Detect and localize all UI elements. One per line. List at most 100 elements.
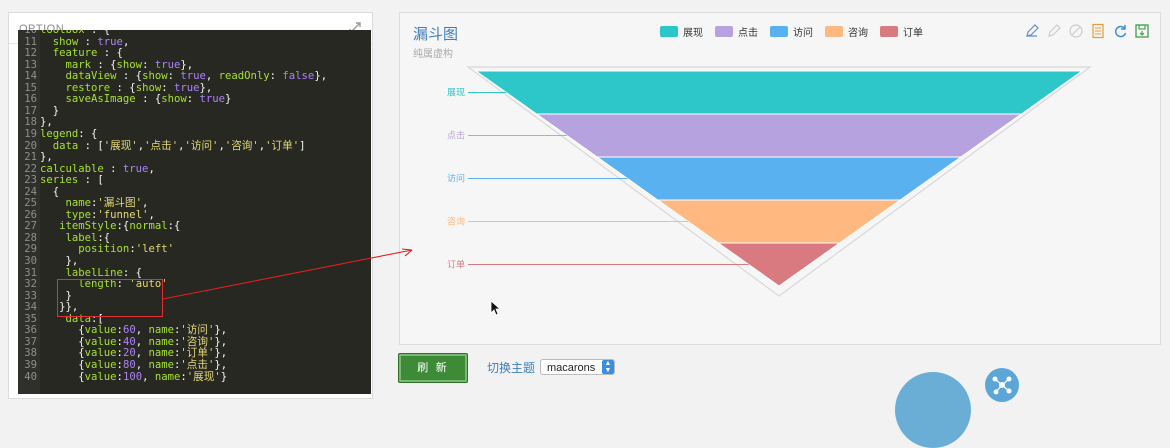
- code-text: data : ['展现','点击','访问','咨询','订单']: [52, 139, 306, 152]
- line-number: 32: [24, 278, 37, 291]
- chart-panel: 漏斗图 纯属虚构 展现 点击 访问 咨询 订单 展现 点击 访问 咨询 订单: [399, 12, 1161, 345]
- theme-select[interactable]: macarons ▲ ▼: [540, 359, 615, 375]
- funnel-label: 展现: [447, 88, 465, 99]
- line-number: 15: [24, 81, 37, 94]
- code-editor[interactable]: 10 toolbox : {11 show : true, 12 feature :…: [18, 30, 371, 394]
- code-text: series : [: [40, 174, 104, 187]
- line-number: 30: [24, 255, 37, 267]
- code-line: 26 type:'funnel',: [18, 208, 371, 221]
- line-number: 40: [24, 370, 37, 383]
- line-number: 29: [24, 243, 37, 256]
- code-line: 17 }: [18, 104, 371, 117]
- funnel-label: 订单: [447, 259, 465, 271]
- line-number: 23: [24, 174, 37, 187]
- funnel-label: 咨询: [447, 216, 465, 228]
- code-text: {value:60, name:'访问'},: [40, 324, 228, 337]
- code-line: 12 feature : {: [18, 47, 371, 60]
- code-text: {value:20, name:'订单'},: [40, 347, 228, 360]
- code-line: 14 dataView : {show: true, readOnly: fal…: [18, 70, 371, 83]
- code-text: name:'漏斗图',: [65, 197, 149, 210]
- code-line: 23 series : [: [18, 174, 371, 187]
- line-number: 38: [24, 347, 37, 360]
- line-number: 18: [24, 116, 37, 129]
- funnel-layer[interactable]: [656, 199, 902, 244]
- code-line: 40 {value:100, name:'展现'}: [18, 370, 371, 383]
- code-text: show : true,: [52, 35, 130, 48]
- theme-select-value: macarons: [547, 362, 596, 374]
- code-text: itemStyle:{normal:{: [59, 220, 181, 233]
- funnel-layer[interactable]: [595, 156, 963, 201]
- code-text: label:{: [65, 231, 111, 244]
- line-number: 19: [24, 127, 37, 140]
- line-number: 22: [24, 162, 37, 175]
- decorative-circle: [895, 372, 971, 448]
- code-line: 15 restore : {show: true},: [18, 81, 371, 94]
- code-text: }: [40, 104, 60, 117]
- funnel-chart: 展现点击访问咨询订单: [447, 66, 1092, 297]
- code-line: 38 {value:20, name:'订单'},: [18, 348, 371, 359]
- code-line: 24 {: [18, 185, 371, 198]
- code-line: 21},: [18, 151, 371, 164]
- network-icon[interactable]: [985, 368, 1019, 402]
- code-text: feature : {: [52, 47, 123, 60]
- line-number: 14: [24, 70, 37, 83]
- code-line: 18},: [18, 117, 371, 128]
- line-number: 35: [24, 312, 37, 325]
- line-number: 17: [24, 104, 37, 117]
- line-number: 34: [24, 301, 37, 314]
- funnel-layer[interactable]: [474, 70, 1084, 115]
- funnel-layer[interactable]: [535, 113, 1023, 158]
- line-number: 12: [24, 47, 37, 60]
- line-number: 21: [24, 151, 37, 164]
- line-number: 37: [24, 335, 37, 348]
- code-text: {value:80, name:'点击'},: [40, 358, 228, 371]
- code-text: restore : {show: true},: [65, 81, 213, 94]
- line-number: 20: [24, 139, 37, 152]
- line-number: 36: [24, 324, 37, 337]
- code-line: 31 labelLine: {: [18, 266, 371, 279]
- line-number: 16: [24, 93, 37, 106]
- line-number: 39: [24, 358, 37, 371]
- code-text: labelLine: {: [65, 266, 143, 279]
- code-text: position:'left': [78, 243, 174, 256]
- line-number: 27: [24, 220, 37, 233]
- line-number: 11: [24, 35, 37, 48]
- line-number: 26: [24, 208, 37, 221]
- funnel-label: 点击: [447, 130, 465, 142]
- line-number: 25: [24, 197, 37, 210]
- code-text: {: [40, 185, 60, 198]
- chevron-updown-icon: ▲ ▼: [602, 360, 614, 374]
- code-text: {value:40, name:'咨询'},: [40, 335, 228, 348]
- refresh-button[interactable]: 刷 新: [398, 353, 468, 383]
- code-line: 11 show : true,: [18, 35, 371, 48]
- code-text: },: [40, 255, 79, 267]
- code-text: type:'funnel',: [65, 208, 155, 221]
- code-line: 28 label:{: [18, 231, 371, 244]
- funnel-label: 访问: [447, 173, 465, 185]
- highlight-box: [57, 279, 163, 317]
- line-number: 24: [24, 185, 37, 198]
- code-text: },: [40, 151, 53, 164]
- code-line: 27 itemStyle:{normal:{: [18, 221, 371, 232]
- line-number: 31: [24, 266, 37, 279]
- line-number: 28: [24, 231, 37, 244]
- code-line: 25 name:'漏斗图',: [18, 198, 371, 209]
- theme-label: 切换主题: [487, 361, 536, 375]
- code-text: saveAsImage : {show: true}: [65, 93, 232, 106]
- code-line: 13 mark : {show: true},: [18, 58, 371, 71]
- code-line: 39 {value:80, name:'点击'},: [18, 358, 371, 371]
- mouse-cursor-icon: [490, 300, 500, 316]
- code-line: 22 calculable : true,: [18, 162, 371, 175]
- line-number: 33: [24, 289, 37, 302]
- code-text: mark : {show: true},: [65, 58, 194, 71]
- code-line: 30 },: [18, 255, 371, 267]
- code-text: dataView : {show: true, readOnly: false}…: [65, 70, 328, 83]
- code-text: calculable : true,: [40, 162, 155, 175]
- code-line: 16 saveAsImage : {show: true}: [18, 94, 371, 105]
- code-text: },: [40, 116, 53, 129]
- code-line: 36 {value:60, name:'访问'},: [18, 325, 371, 336]
- code-line: 29 position:'left': [18, 244, 371, 255]
- code-line: 37 {value:40, name:'咨询'},: [18, 335, 371, 348]
- code-text: {value:100, name:'展现'}: [40, 370, 228, 383]
- line-number: 13: [24, 58, 37, 71]
